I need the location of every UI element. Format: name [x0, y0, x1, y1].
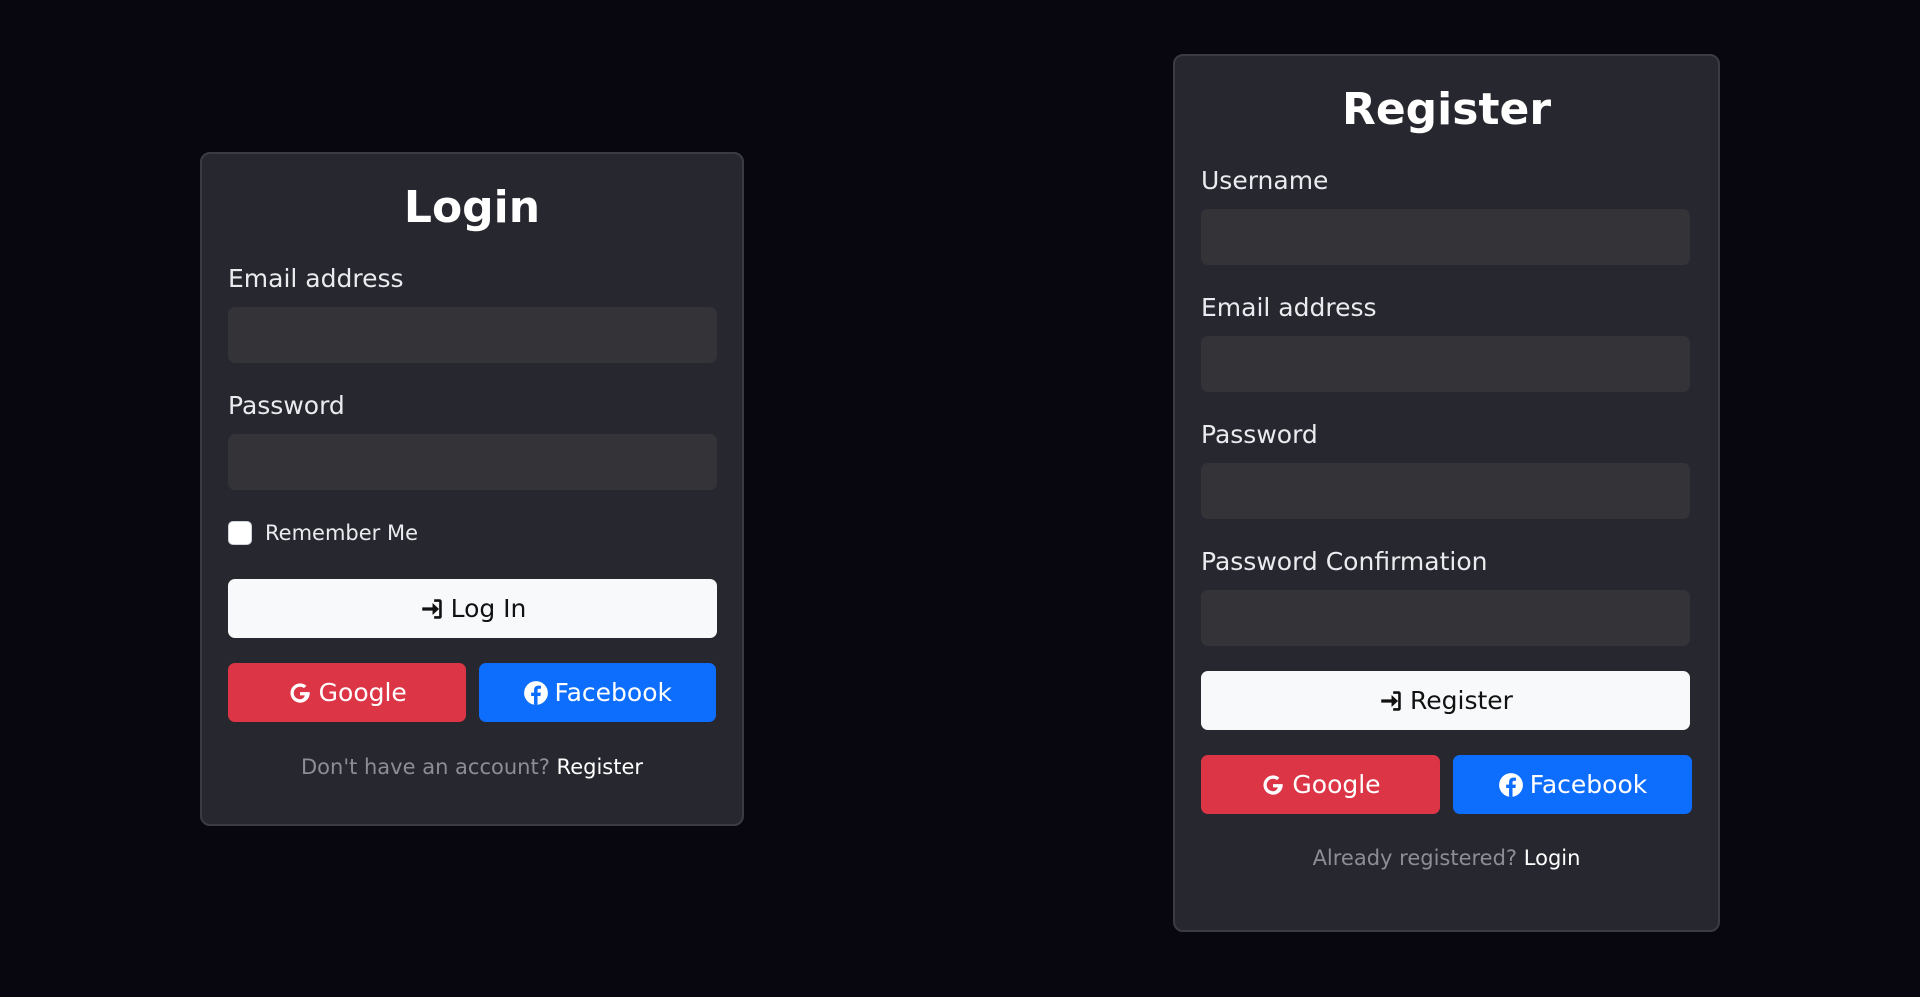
login-google-button[interactable]: Google — [228, 663, 466, 722]
login-google-label: Google — [318, 678, 407, 707]
register-facebook-button[interactable]: Facebook — [1453, 755, 1692, 814]
login-submit-label: Log In — [450, 594, 527, 623]
register-footer: Already registered? Login — [1201, 846, 1692, 870]
register-facebook-label: Facebook — [1529, 770, 1648, 799]
login-facebook-button[interactable]: Facebook — [478, 663, 716, 722]
login-title: Login — [403, 182, 541, 233]
google-icon — [1260, 772, 1286, 798]
facebook-icon — [523, 680, 549, 706]
sign-in-icon — [1378, 688, 1404, 714]
login-email-label: Email address — [228, 264, 404, 293]
register-social-row: Google Facebook — [1201, 755, 1692, 814]
login-facebook-label: Facebook — [554, 678, 672, 707]
register-google-label: Google — [1292, 770, 1381, 799]
register-link[interactable]: Register — [557, 755, 643, 779]
login-password-input[interactable] — [228, 434, 717, 490]
register-password-input[interactable] — [1201, 463, 1690, 519]
register-submit-button[interactable]: Register — [1201, 671, 1690, 730]
register-footer-text: Already registered? — [1312, 846, 1518, 870]
register-username-input[interactable] — [1201, 209, 1690, 265]
register-password-label: Password — [1201, 420, 1318, 449]
login-footer: Don't have an account? Register — [228, 755, 716, 779]
remember-me-row: Remember Me — [228, 521, 716, 545]
login-footer-text: Don't have an account? — [300, 755, 550, 779]
register-google-button[interactable]: Google — [1201, 755, 1440, 814]
register-password-confirm-input[interactable] — [1201, 590, 1690, 646]
remember-me-label: Remember Me — [265, 521, 418, 545]
register-submit-label: Register — [1410, 686, 1513, 715]
sign-in-icon — [419, 596, 445, 622]
register-password-confirm-label: Password Confirmation — [1201, 547, 1488, 576]
login-email-input[interactable] — [228, 307, 717, 363]
login-link[interactable]: Login — [1524, 846, 1581, 870]
login-password-label: Password — [228, 391, 345, 420]
register-email-label: Email address — [1201, 293, 1377, 322]
register-card: Register Username Email address Password… — [1173, 54, 1720, 932]
register-email-input[interactable] — [1201, 336, 1690, 392]
facebook-icon — [1498, 772, 1524, 798]
login-card: Login Email address Password Remember Me… — [200, 152, 744, 826]
register-username-label: Username — [1201, 166, 1329, 195]
google-icon — [287, 680, 313, 706]
login-submit-button[interactable]: Log In — [228, 579, 717, 638]
remember-me-checkbox[interactable] — [228, 521, 252, 545]
login-social-row: Google Facebook — [228, 663, 716, 722]
register-title: Register — [1341, 84, 1552, 135]
